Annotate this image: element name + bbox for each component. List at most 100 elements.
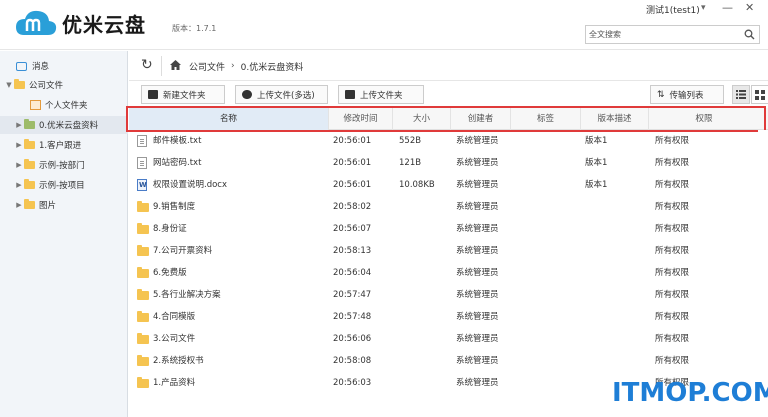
column-header-permission[interactable]: 权限 — [649, 108, 759, 130]
cell-name[interactable]: 5.各行业解决方案 — [153, 284, 221, 306]
chevron-down-icon[interactable]: ▾ — [701, 3, 706, 13]
folder-icon — [137, 267, 149, 278]
folder-icon — [137, 201, 149, 212]
table-row[interactable]: 2.系统授权书 20:58:08 系统管理员 所有权限 — [129, 350, 768, 372]
expand-arrow-icon[interactable]: ▶ — [14, 201, 24, 209]
expand-arrow-icon[interactable]: ▶ — [14, 141, 24, 149]
column-label: 创建者 — [467, 114, 494, 124]
column-header-version[interactable]: 版本描述 — [581, 108, 649, 130]
upload-files-button[interactable]: 上传文件(多选) — [235, 85, 328, 104]
cell-perm: 所有权限 — [655, 224, 690, 234]
list-view-button[interactable] — [732, 85, 750, 104]
table-row[interactable]: 邮件模板.txt 20:56:01 552B 系统管理员 版本1 所有权限 — [129, 130, 768, 152]
path-toolbar: ↻ 公司文件 › 0.优米云盘资料 — [129, 51, 768, 81]
transfer-icon: ⇅ — [657, 89, 665, 100]
table-row[interactable]: 权限设置说明.docx 20:56:01 10.08KB 系统管理员 版本1 所有权限 — [129, 174, 768, 196]
folder-icon — [137, 311, 149, 322]
expand-arrow-icon[interactable]: ▶ — [14, 161, 24, 169]
column-label: 版本描述 — [597, 114, 632, 124]
table-row[interactable]: 3.公司文件 20:56:06 系统管理员 所有权限 — [129, 328, 768, 350]
cell-perm: 所有权限 — [655, 356, 690, 366]
sidebar-item-label: 1.客户跟进 — [39, 141, 82, 151]
table-row[interactable]: 8.身份证 20:56:07 系统管理员 所有权限 — [129, 218, 768, 240]
column-label: 权限 — [695, 114, 713, 124]
column-header-size[interactable]: 大小 — [393, 108, 451, 130]
column-header-creator[interactable]: 创建者 — [451, 108, 511, 130]
grid-view-button[interactable] — [751, 85, 768, 104]
sidebar-item-company-files[interactable]: ▼ 公司文件 — [0, 76, 128, 94]
folder-icon — [24, 139, 35, 149]
cell-name[interactable]: 4.合同模版 — [153, 306, 195, 328]
cell-perm: 所有权限 — [655, 334, 690, 344]
cell-name[interactable]: 网站密码.txt — [153, 152, 201, 174]
cell-name[interactable]: 1.产品资料 — [153, 372, 195, 394]
search-input[interactable] — [586, 26, 736, 43]
cell-name[interactable]: 8.身份证 — [153, 218, 187, 240]
column-header-tags[interactable]: 标签 — [511, 108, 581, 130]
sidebar-item-label: 0.优米云盘资料 — [39, 121, 99, 131]
column-label: 大小 — [412, 114, 430, 124]
cell-name[interactable]: 3.公司文件 — [153, 328, 195, 350]
search-box — [585, 25, 760, 44]
table-row[interactable]: 7.公司开票资料 20:58:13 系统管理员 所有权限 — [129, 240, 768, 262]
transfer-list-button[interactable]: ⇅ 传输列表 — [650, 85, 724, 104]
user-folder-icon — [30, 100, 41, 110]
sidebar-item-by-project[interactable]: ▶ 示例-按项目 — [0, 176, 128, 194]
table-row[interactable]: 4.合同模版 20:57:48 系统管理员 所有权限 — [129, 306, 768, 328]
cell-time: 20:56:01 — [333, 136, 372, 146]
cell-name[interactable]: 2.系统授权书 — [153, 350, 204, 372]
table-row[interactable]: 5.各行业解决方案 20:57:47 系统管理员 所有权限 — [129, 284, 768, 306]
cell-time: 20:56:01 — [333, 180, 372, 190]
new-folder-button[interactable]: 新建文件夹 — [141, 85, 225, 104]
table-row[interactable]: 网站密码.txt 20:56:01 121B 系统管理员 版本1 所有权限 — [129, 152, 768, 174]
refresh-icon[interactable]: ↻ — [141, 57, 153, 73]
cell-creator: 系统管理员 — [456, 268, 499, 278]
folder-icon — [24, 159, 35, 169]
expand-arrow-icon[interactable]: ▶ — [14, 121, 24, 129]
cell-name[interactable]: 9.销售制度 — [153, 196, 195, 218]
sidebar-item-customer-followup[interactable]: ▶ 1.客户跟进 — [0, 136, 128, 154]
cell-name[interactable]: 权限设置说明.docx — [153, 174, 227, 196]
cell-time: 20:56:04 — [333, 268, 372, 278]
table-row[interactable]: 9.销售制度 20:58:02 系统管理员 所有权限 — [129, 196, 768, 218]
cell-time: 20:57:48 — [333, 312, 372, 322]
cell-name[interactable]: 邮件模板.txt — [153, 130, 201, 152]
sidebar-item-personal-folder[interactable]: 个人文件夹 — [0, 96, 128, 114]
user-menu[interactable]: 测试1(test1) — [646, 3, 700, 16]
cell-name[interactable]: 7.公司开票资料 — [153, 240, 212, 262]
folder-icon — [24, 199, 35, 209]
upload-folder-button[interactable]: 上传文件夹 — [338, 85, 424, 104]
folder-icon — [14, 79, 25, 89]
sidebar-item-messages[interactable]: 消息 — [0, 57, 128, 75]
column-header-modified[interactable]: 修改时间 — [329, 108, 393, 130]
close-icon[interactable]: ✕ — [745, 1, 754, 14]
cell-perm: 所有权限 — [655, 136, 690, 146]
cloud-logo-icon — [14, 7, 58, 39]
home-icon[interactable] — [170, 59, 181, 73]
word-doc-icon — [137, 179, 147, 191]
cell-time: 20:58:08 — [333, 356, 372, 366]
cell-perm: 所有权限 — [655, 312, 690, 322]
sidebar-item-youmi-docs[interactable]: ▶ 0.优米云盘资料 — [0, 116, 128, 134]
table-header: ⌄ 名称 修改时间 大小 创建者 标签 版本描述 权限 — [129, 108, 768, 130]
cell-time: 20:57:47 — [333, 290, 372, 300]
text-file-icon — [137, 135, 147, 147]
cell-creator: 系统管理员 — [456, 356, 499, 366]
minimize-icon[interactable]: — — [722, 1, 733, 14]
cell-creator: 系统管理员 — [456, 312, 499, 322]
search-icon[interactable] — [744, 29, 755, 43]
app-logo: 优米云盘 — [14, 7, 146, 39]
table-row[interactable]: 6.免费版 20:56:04 系统管理员 所有权限 — [129, 262, 768, 284]
breadcrumb-item[interactable]: 0.优米云盘资料 — [241, 60, 304, 73]
sidebar-item-images[interactable]: ▶ 图片 — [0, 196, 128, 214]
cell-creator: 系统管理员 — [456, 334, 499, 344]
column-label: 修改时间 — [343, 114, 378, 124]
column-header-name[interactable]: ⌄ 名称 — [129, 108, 329, 130]
scrollbar[interactable] — [758, 130, 768, 417]
sidebar-item-by-department[interactable]: ▶ 示例-按部门 — [0, 156, 128, 174]
folder-icon — [24, 119, 35, 129]
cell-name[interactable]: 6.免费版 — [153, 262, 187, 284]
collapse-arrow-icon[interactable]: ▼ — [4, 81, 14, 89]
breadcrumb-item[interactable]: 公司文件 — [189, 60, 225, 73]
expand-arrow-icon[interactable]: ▶ — [14, 181, 24, 189]
